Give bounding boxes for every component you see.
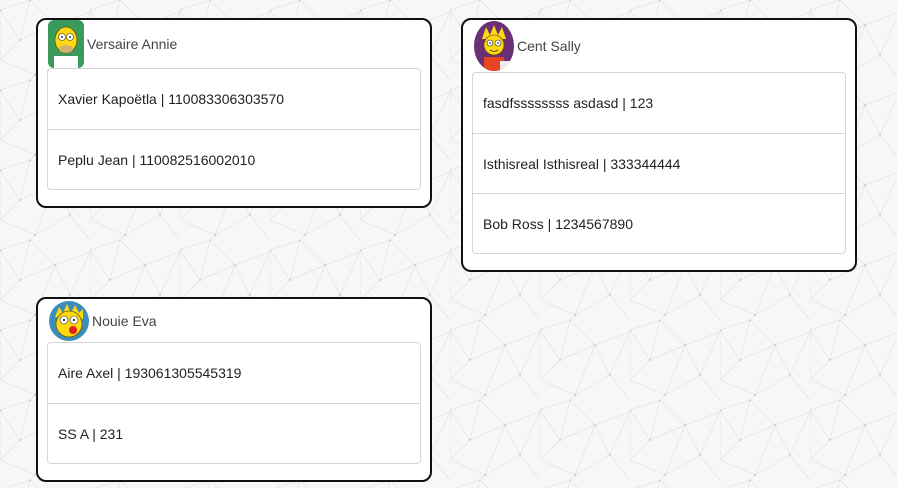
group-card-cent-sally: Cent Sally fasdfssssssss asdasd | 123 Is… (461, 18, 857, 272)
group-card-versaire-annie: Versaire Annie Xavier Kapoëtla | 1100833… (36, 18, 432, 208)
member-list: fasdfssssssss asdasd | 123 Isthisreal Is… (472, 72, 846, 254)
list-item[interactable]: Aire Axel | 193061305545319 (48, 343, 420, 403)
card-header: Cent Sally (472, 20, 846, 72)
member-list: Aire Axel | 193061305545319 SS A | 231 (47, 342, 421, 464)
list-item[interactable]: Xavier Kapoëtla | 110083306303570 (48, 69, 420, 129)
card-header: Nouie Eva (47, 299, 421, 342)
member-list: Xavier Kapoëtla | 110083306303570 Peplu … (47, 68, 421, 190)
card-title: Nouie Eva (92, 312, 157, 329)
lisa-avatar (474, 21, 514, 71)
group-card-nouie-eva: Nouie Eva Aire Axel | 193061305545319 SS… (36, 297, 432, 482)
list-item[interactable]: Bob Ross | 1234567890 (473, 193, 845, 253)
homer-avatar (48, 20, 84, 68)
maggie-avatar (49, 300, 89, 341)
card-title: Cent Sally (517, 38, 581, 54)
card-title: Versaire Annie (87, 36, 178, 52)
list-item[interactable]: fasdfssssssss asdasd | 123 (473, 73, 845, 133)
list-item[interactable]: Isthisreal Isthisreal | 333344444 (473, 133, 845, 193)
card-header: Versaire Annie (47, 20, 421, 68)
list-item[interactable]: Peplu Jean | 110082516002010 (48, 129, 420, 189)
list-item[interactable]: SS A | 231 (48, 403, 420, 463)
